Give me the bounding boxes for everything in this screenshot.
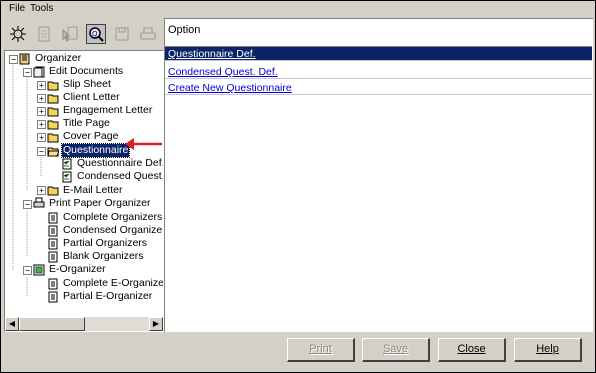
tree-edit-documents[interactable]: Edit Documents bbox=[49, 65, 123, 78]
options-list-pane: Option Questionnaire Def. Condensed Ques… bbox=[164, 18, 593, 332]
tree-organizer[interactable]: Organizer bbox=[35, 52, 81, 65]
list-item[interactable]: Questionnaire Def. bbox=[165, 47, 592, 61]
option-link[interactable]: Create New Questionnaire bbox=[168, 82, 292, 94]
tree-complete-e-organizer[interactable]: Complete E-Organizer bbox=[63, 277, 163, 290]
page-icon bbox=[47, 212, 59, 224]
tree-questionnaire-def[interactable]: Questionnaire Def. bbox=[77, 157, 163, 170]
organizer-tree-pane[interactable]: − Organizer − Edit Documents + Slip Shee… bbox=[4, 50, 164, 332]
folder-icon bbox=[47, 105, 59, 117]
printer-icon bbox=[33, 197, 45, 209]
printer-icon[interactable] bbox=[138, 24, 158, 44]
expander-questionnaire[interactable]: − bbox=[37, 147, 46, 156]
tree-partial-organizers[interactable]: Partial Organizers bbox=[63, 237, 147, 250]
list-item[interactable]: Create New Questionnaire bbox=[165, 81, 592, 95]
horizontal-scrollbar[interactable]: ◀ ▶ bbox=[5, 317, 163, 331]
option-link[interactable]: Condensed Quest. Def. bbox=[168, 66, 278, 78]
scrollbar-thumb[interactable] bbox=[19, 317, 85, 331]
column-header-option[interactable]: Option bbox=[168, 24, 200, 36]
list-item[interactable]: Condensed Quest. Def. bbox=[165, 65, 592, 79]
save-label: Save bbox=[382, 343, 409, 355]
expander-cover-page[interactable]: + bbox=[37, 133, 46, 142]
scroll-left-arrow-icon[interactable]: ◀ bbox=[5, 317, 19, 331]
organizer-book-icon bbox=[19, 53, 31, 65]
tree-slip-sheet[interactable]: Slip Sheet bbox=[63, 78, 111, 91]
tree-client-letter[interactable]: Client Letter bbox=[63, 91, 120, 104]
tree-e-organizer[interactable]: E-Organizer bbox=[49, 263, 106, 276]
tree-condensed-organizers[interactable]: Condensed Organizers bbox=[63, 224, 163, 237]
tree-title-page[interactable]: Title Page bbox=[63, 117, 110, 130]
expander-e-organizer[interactable]: − bbox=[23, 266, 32, 275]
menu-bar: File Tools bbox=[1, 1, 593, 17]
help-button[interactable]: Help bbox=[514, 338, 582, 362]
folder-icon bbox=[47, 79, 59, 91]
open-folder-icon bbox=[47, 145, 60, 157]
folder-icon bbox=[47, 131, 59, 143]
page-icon bbox=[47, 251, 59, 263]
questionnaire-doc-icon bbox=[61, 171, 73, 183]
expander-slip-sheet[interactable]: + bbox=[37, 81, 46, 90]
page-icon bbox=[47, 278, 59, 290]
expander-organizer[interactable]: − bbox=[9, 55, 18, 64]
tree-partial-e-organizer[interactable]: Partial E-Organizer bbox=[63, 290, 152, 303]
tree-condensed-quest[interactable]: Condensed Quest. bbox=[77, 170, 163, 183]
folder-icon bbox=[47, 92, 59, 104]
expander-edit-documents[interactable]: − bbox=[23, 68, 32, 77]
annotation-arrow-icon bbox=[125, 138, 162, 150]
menu-file[interactable]: File bbox=[9, 3, 25, 14]
option-link[interactable]: Questionnaire Def. bbox=[168, 48, 256, 60]
tree-cover-page[interactable]: Cover Page bbox=[63, 130, 118, 143]
help-label: Help bbox=[536, 343, 559, 355]
list-header: Option bbox=[165, 19, 592, 47]
expander-title-page[interactable]: + bbox=[37, 120, 46, 129]
tree-email-letter[interactable]: E-Mail Letter bbox=[63, 184, 123, 197]
expander-client-letter[interactable]: + bbox=[37, 94, 46, 103]
scroll-right-arrow-icon[interactable]: ▶ bbox=[149, 317, 163, 331]
close-label: Close bbox=[457, 343, 486, 355]
folder-icon bbox=[47, 184, 59, 196]
documents-stack-icon bbox=[33, 66, 45, 78]
tree-complete-organizers[interactable]: Complete Organizers bbox=[63, 211, 162, 224]
e-organizer-icon bbox=[33, 264, 45, 276]
new-item-icon[interactable] bbox=[8, 24, 28, 44]
expander-email-letter[interactable]: + bbox=[37, 186, 46, 195]
page-icon bbox=[47, 238, 59, 250]
save-disk-icon[interactable] bbox=[112, 24, 132, 44]
print-label: Print bbox=[309, 343, 332, 355]
close-button[interactable]: Close bbox=[438, 338, 506, 362]
pointer-doc-icon[interactable] bbox=[60, 24, 80, 44]
expander-print-paper[interactable]: − bbox=[23, 200, 32, 209]
menu-tools[interactable]: Tools bbox=[30, 3, 53, 14]
tree-print-paper-organizer[interactable]: Print Paper Organizer bbox=[49, 197, 151, 210]
toolbar: Q bbox=[4, 22, 160, 48]
expander-engagement-letter[interactable]: + bbox=[37, 107, 46, 116]
page-icon bbox=[47, 225, 59, 237]
folder-icon bbox=[47, 118, 59, 130]
organizer-tree: − Organizer − Edit Documents + Slip Shee… bbox=[5, 51, 163, 317]
svg-text:Q: Q bbox=[92, 30, 98, 38]
document-icon[interactable] bbox=[34, 24, 54, 44]
print-button[interactable]: Print bbox=[287, 338, 355, 362]
magnifier-icon[interactable]: Q bbox=[86, 24, 106, 44]
tree-questionnaire[interactable]: Questionnaire bbox=[60, 143, 131, 158]
save-button[interactable]: Save bbox=[362, 338, 430, 362]
tree-engagement-letter[interactable]: Engagement Letter bbox=[63, 104, 152, 117]
tree-blank-organizers[interactable]: Blank Organizers bbox=[63, 250, 144, 263]
questionnaire-doc-icon bbox=[61, 158, 73, 170]
page-icon bbox=[47, 291, 59, 303]
